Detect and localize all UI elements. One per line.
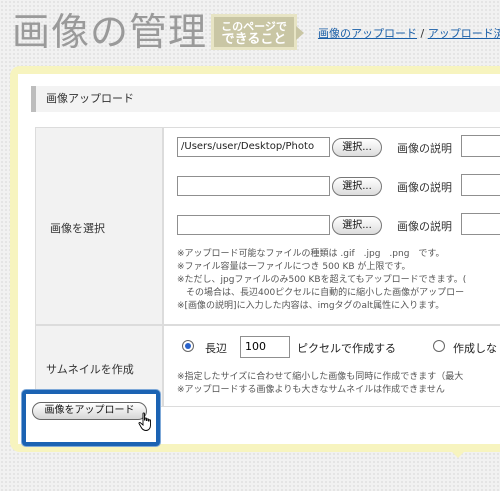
- choose-file-button-1[interactable]: 選択...: [332, 138, 382, 157]
- radio-no-thumbnail[interactable]: [433, 340, 445, 352]
- file-input-1[interactable]: /Users/user/Desktop/Photo: [177, 137, 330, 157]
- choose-file-button-2[interactable]: 選択...: [332, 177, 382, 196]
- note-thumbnail-size: ※指定したサイズに合わせて縮小した画像も同時に作成できます（最大: [177, 372, 464, 382]
- section-title: 画像アップロード: [31, 86, 500, 112]
- page-features-badge[interactable]: このページで できること: [211, 14, 304, 50]
- badge-line-2: できること: [221, 32, 287, 47]
- frame-tab: [448, 448, 468, 458]
- description-label-1: 画像の説明: [397, 142, 452, 155]
- description-input-1[interactable]: [461, 135, 500, 157]
- choose-file-button-3[interactable]: 選択...: [332, 216, 382, 235]
- no-thumbnail-label: 作成しな: [453, 342, 497, 355]
- thumbnail-size-input[interactable]: 100: [240, 336, 290, 358]
- nav-separator: /: [417, 27, 428, 40]
- long-side-label: 長辺: [205, 342, 227, 355]
- note-file-types: ※アップロード可能なファイルの種類は .gif .jpg .png です。: [177, 249, 445, 259]
- description-label-3: 画像の説明: [397, 220, 452, 233]
- file-input-3[interactable]: [177, 215, 330, 235]
- note-jpg-resize: その場合は、長辺400ピクセルに自動的に縮小した画像がアップロー: [177, 288, 465, 298]
- thumbnail-label: サムネイルを作成: [46, 363, 134, 376]
- file-input-2[interactable]: [177, 176, 330, 196]
- radio-create-thumbnail[interactable]: [182, 340, 194, 352]
- select-image-label-cell: 画像を選択: [35, 127, 163, 325]
- note-thumbnail-limit: ※アップロードする画像よりも大きなサムネイルは作成できません: [177, 385, 445, 395]
- select-image-label: 画像を選択: [50, 222, 105, 235]
- nav-link-upload[interactable]: 画像のアップロード: [318, 27, 417, 40]
- nav-link-uploaded[interactable]: アップロード済: [428, 27, 500, 40]
- note-file-size: ※ファイル容量は一ファイルにつき 500 KB が上限です。: [177, 262, 411, 272]
- page-title: 画像の管理: [12, 10, 208, 54]
- description-input-2[interactable]: [461, 174, 500, 196]
- description-label-2: 画像の説明: [397, 181, 452, 194]
- upload-image-button[interactable]: 画像をアップロード: [32, 402, 147, 420]
- note-alt-attribute: ※[画像の説明]に入力した内容は、imgタグのalt属性に入ります。: [177, 301, 445, 311]
- description-input-3[interactable]: [461, 213, 500, 235]
- top-navigation: 画像のアップロード / アップロード済: [318, 25, 500, 41]
- pixel-create-label: ピクセルで作成する: [297, 342, 396, 355]
- hand-cursor-icon: [138, 412, 151, 431]
- note-jpg-exception: ※ただし、jpgファイルのみ500 KBを超えてもアップロードできます。(: [177, 275, 467, 285]
